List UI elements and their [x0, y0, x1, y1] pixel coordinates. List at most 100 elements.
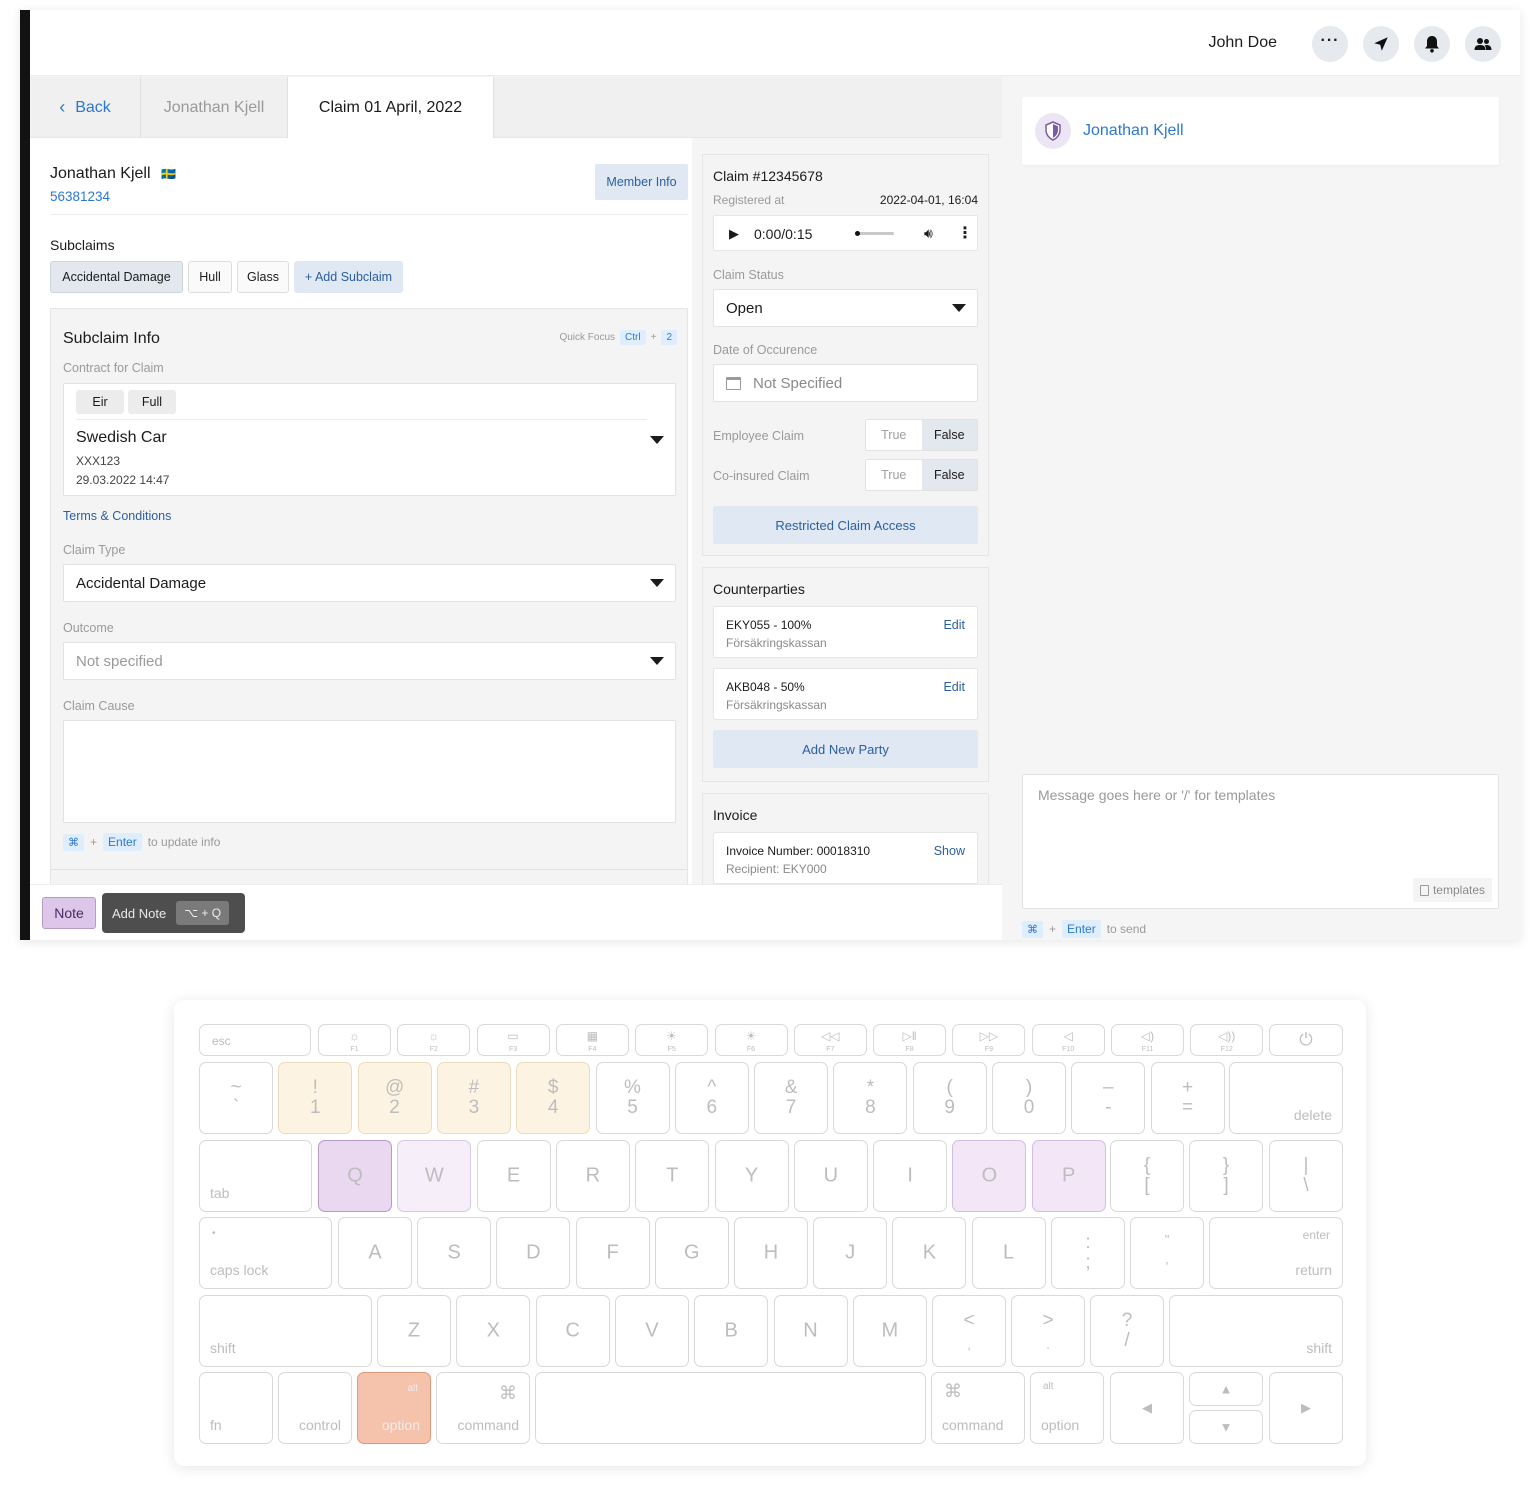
key-slash: ? / — [1090, 1295, 1164, 1367]
invoice-number: Invoice Number: 00018310 — [726, 844, 871, 858]
key-label: 1 — [310, 1097, 321, 1118]
key-f6: ☀ F6 — [714, 1024, 788, 1056]
subclaims-title: Subclaims — [50, 237, 115, 253]
chevron-down-icon — [650, 579, 664, 587]
key-label: ^ — [707, 1077, 717, 1098]
key-tab: tab — [199, 1140, 312, 1212]
key-label: caps lock — [210, 1262, 269, 1278]
key-label: . — [1046, 1337, 1050, 1352]
divider — [50, 214, 688, 215]
key-letter-q-row-1: W — [397, 1140, 472, 1212]
key-label: * — [866, 1077, 875, 1098]
key-label: @ — [384, 1077, 405, 1098]
counterparty-code: EKY055 - 100% — [726, 618, 812, 632]
subclaim-glass[interactable]: Glass — [237, 261, 289, 293]
key-label: Z — [407, 1319, 421, 1342]
play-icon[interactable]: ▶ — [729, 226, 739, 242]
plus-sign: + — [1049, 922, 1057, 936]
key-letter-a-row-6: J — [813, 1217, 888, 1289]
key-period: >. — [1011, 1295, 1085, 1367]
edit-link[interactable]: Edit — [943, 618, 965, 632]
audio-progress-knob[interactable] — [855, 231, 860, 236]
more-dots-icon: ··· — [1320, 32, 1340, 49]
audio-progress-track[interactable] — [855, 231, 894, 236]
member-name: Jonathan Kjell 🇸🇪 — [50, 165, 176, 183]
volume-icon[interactable]: 🔊︎ — [924, 225, 933, 242]
send-button[interactable] — [1363, 26, 1399, 62]
key-control: control — [278, 1372, 352, 1444]
more-button[interactable]: ··· — [1312, 26, 1348, 62]
note-button[interactable]: Note — [42, 897, 96, 929]
key-space — [535, 1372, 926, 1444]
add-new-party-button[interactable]: Add New Party — [713, 730, 978, 768]
edit-link[interactable]: Edit — [943, 680, 965, 694]
calendar-icon — [726, 376, 741, 390]
toggle-false[interactable]: False — [921, 460, 977, 490]
contract-selector[interactable]: Eir Full Swedish Car XXX123 29.03.2022 1… — [63, 383, 676, 496]
tab-bar: ‹ Back Jonathan Kjell Claim 01 April, 20… — [30, 77, 1002, 138]
more-vertical-icon[interactable]: ⋮ — [957, 223, 973, 243]
chat-contact-header[interactable]: Jonathan Kjell — [1022, 97, 1499, 165]
member-info-button[interactable]: Member Info — [595, 164, 688, 200]
subclaim-accidental-damage[interactable]: Accidental Damage — [50, 261, 183, 293]
key-label: command — [457, 1417, 519, 1433]
key-label: T — [666, 1164, 679, 1187]
notifications-button[interactable] — [1414, 26, 1450, 62]
outcome-select[interactable]: Not specified — [63, 642, 676, 680]
key-label: % — [624, 1077, 641, 1098]
key-label: F3 — [509, 1046, 518, 1053]
key-return: enter return — [1209, 1217, 1343, 1289]
key-label: F12 — [1220, 1046, 1233, 1053]
key-num-5: % 5 — [595, 1062, 670, 1134]
add-note-tooltip: Add Note ⌥ + Q — [102, 893, 245, 933]
key-bracket-open: {[ — [1110, 1140, 1184, 1212]
function-icon: ▭ — [507, 1029, 519, 1043]
claim-status-select[interactable]: Open — [713, 289, 978, 327]
toggle-false[interactable]: False — [921, 420, 977, 450]
key-arrow-down: ▼ — [1189, 1410, 1263, 1444]
tab-claim[interactable]: Claim 01 April, 2022 — [288, 77, 494, 138]
restricted-claim-access-button[interactable]: Restricted Claim Access — [713, 506, 978, 544]
key-num-9: (9 — [912, 1062, 987, 1134]
templates-label: templates — [1432, 883, 1485, 897]
key-f3: ▭ F3 — [476, 1024, 550, 1056]
arrow-down-icon: ▼ — [1219, 1419, 1233, 1435]
key-label: F — [606, 1241, 619, 1264]
back-tab[interactable]: ‹ Back — [30, 77, 141, 138]
key-label: W — [424, 1164, 444, 1187]
shield-icon — [1045, 121, 1061, 141]
key-label: # — [468, 1077, 480, 1098]
employee-claim-toggle[interactable]: True False — [865, 419, 978, 451]
date-of-occurence-input[interactable]: Not Specified — [713, 364, 978, 402]
claim-cause-input[interactable] — [63, 720, 676, 823]
subclaim-hull[interactable]: Hull — [188, 261, 232, 293]
key-label: ! — [312, 1077, 318, 1098]
key-f12: ◁)) F12 — [1190, 1024, 1264, 1056]
key-label: O — [981, 1164, 998, 1187]
function-icon: ▷‖ — [902, 1029, 917, 1043]
users-button[interactable] — [1465, 26, 1501, 62]
templates-button[interactable]: templates — [1412, 878, 1492, 902]
key-label: V — [645, 1319, 659, 1342]
coinsured-claim-label: Co-insured Claim — [713, 469, 810, 483]
function-icon: ◁)) — [1218, 1029, 1236, 1043]
plus-sign: + — [650, 332, 657, 343]
add-subclaim-button[interactable]: + Add Subclaim — [294, 261, 403, 293]
toggle-true[interactable]: True — [866, 420, 922, 450]
update-info-text: to update info — [147, 835, 221, 849]
key-label: alt — [1043, 1381, 1054, 1392]
toggle-true[interactable]: True — [866, 460, 922, 490]
function-icon: ☀ — [745, 1029, 757, 1043]
show-link[interactable]: Show — [934, 844, 965, 858]
coinsured-claim-toggle[interactable]: True False — [865, 459, 978, 491]
tab-person[interactable]: Jonathan Kjell — [141, 77, 288, 138]
terms-link[interactable]: Terms & Conditions — [63, 509, 171, 523]
key-label: K — [922, 1241, 937, 1264]
claim-type-select[interactable]: Accidental Damage — [63, 564, 676, 602]
key-label: F2 — [429, 1046, 438, 1053]
member-number[interactable]: 56381234 — [50, 189, 110, 204]
key-num-11: – - — [1071, 1062, 1146, 1134]
message-input[interactable]: Message goes here or '/' for templates t… — [1022, 774, 1499, 909]
audio-player: ▶ 0:00/0:15 🔊︎ ⋮ — [713, 215, 978, 251]
key-label: option — [1041, 1417, 1080, 1433]
